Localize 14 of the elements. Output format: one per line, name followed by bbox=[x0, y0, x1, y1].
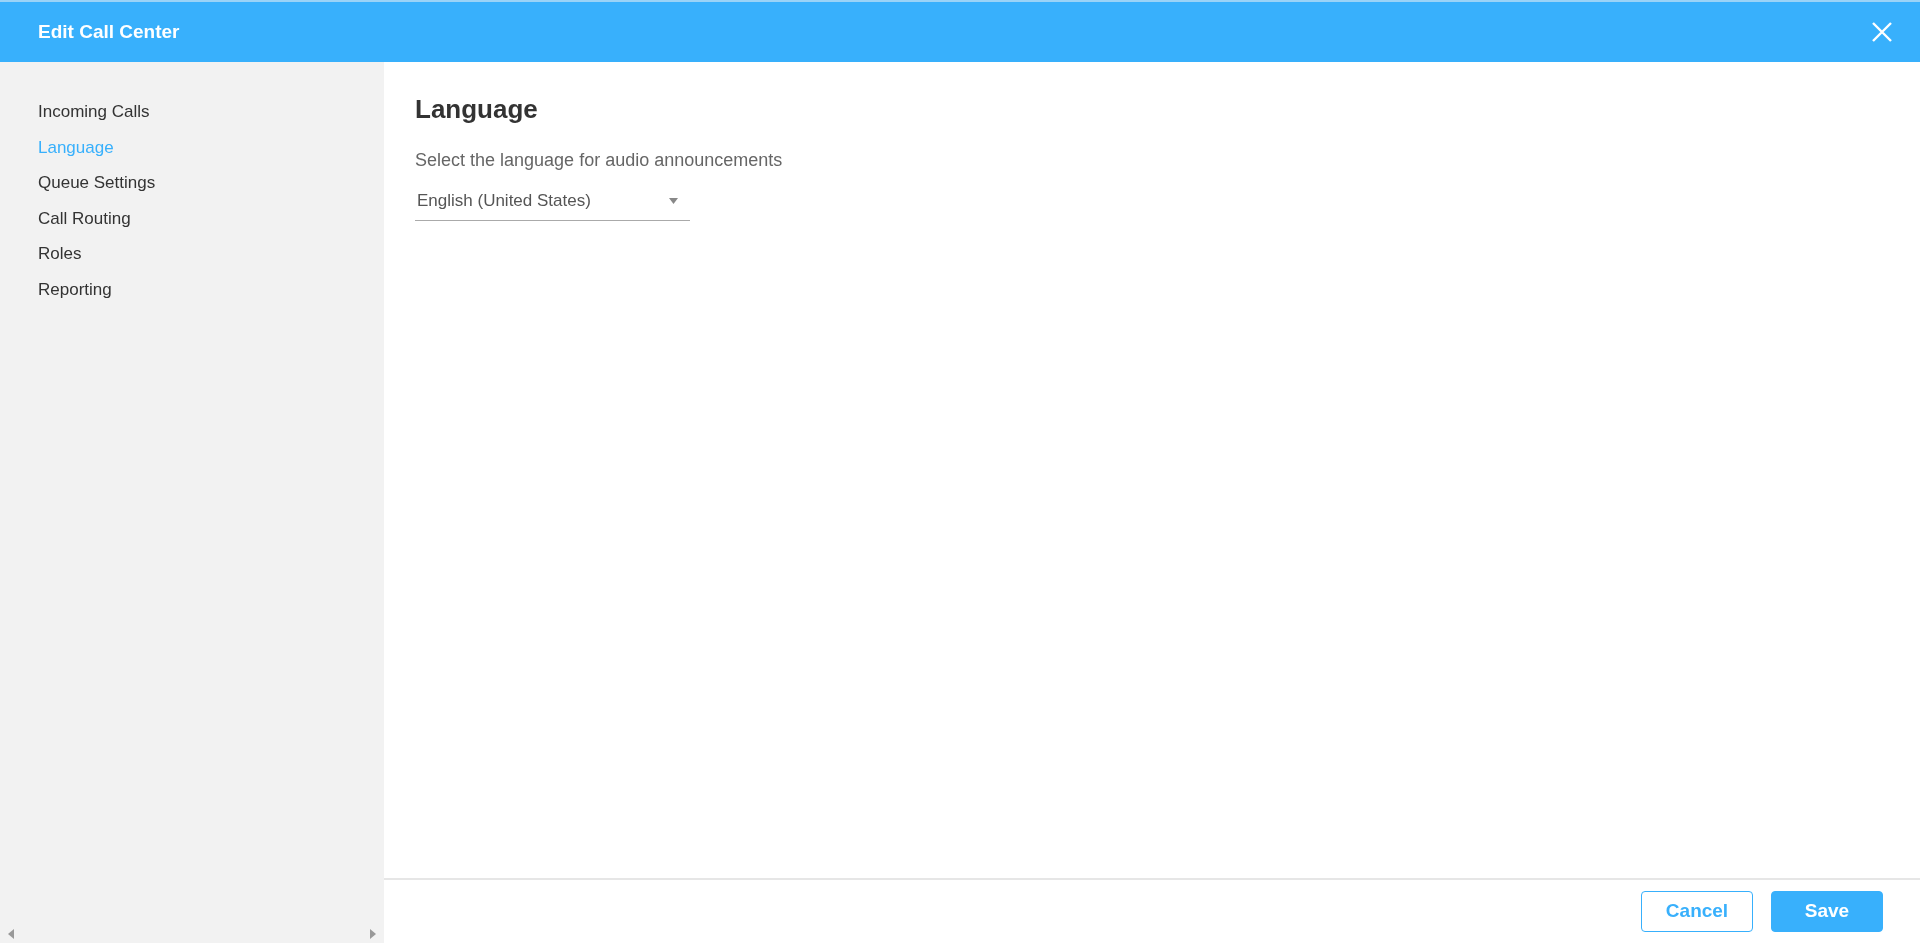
sidebar-item[interactable]: Reporting bbox=[0, 271, 150, 307]
description-text: Select the language for audio announcements bbox=[415, 149, 784, 173]
language-dropdown[interactable]: English (United States) bbox=[415, 182, 690, 221]
sidebar-item[interactable]: Queue Settings bbox=[0, 165, 194, 201]
sidebar-item[interactable]: Roles bbox=[0, 236, 120, 272]
sidebar-item[interactable]: Incoming Calls bbox=[0, 94, 188, 130]
sidebar-item[interactable]: Call Routing bbox=[0, 200, 169, 236]
dropdown-caret-icon bbox=[669, 197, 678, 204]
section-heading: Language bbox=[415, 94, 539, 126]
scroll-left-icon[interactable] bbox=[8, 929, 14, 939]
close-icon bbox=[1870, 20, 1894, 44]
window-title: Edit Call Center bbox=[38, 19, 180, 44]
close-button[interactable] bbox=[1870, 20, 1894, 44]
scroll-right-icon[interactable] bbox=[370, 929, 376, 939]
